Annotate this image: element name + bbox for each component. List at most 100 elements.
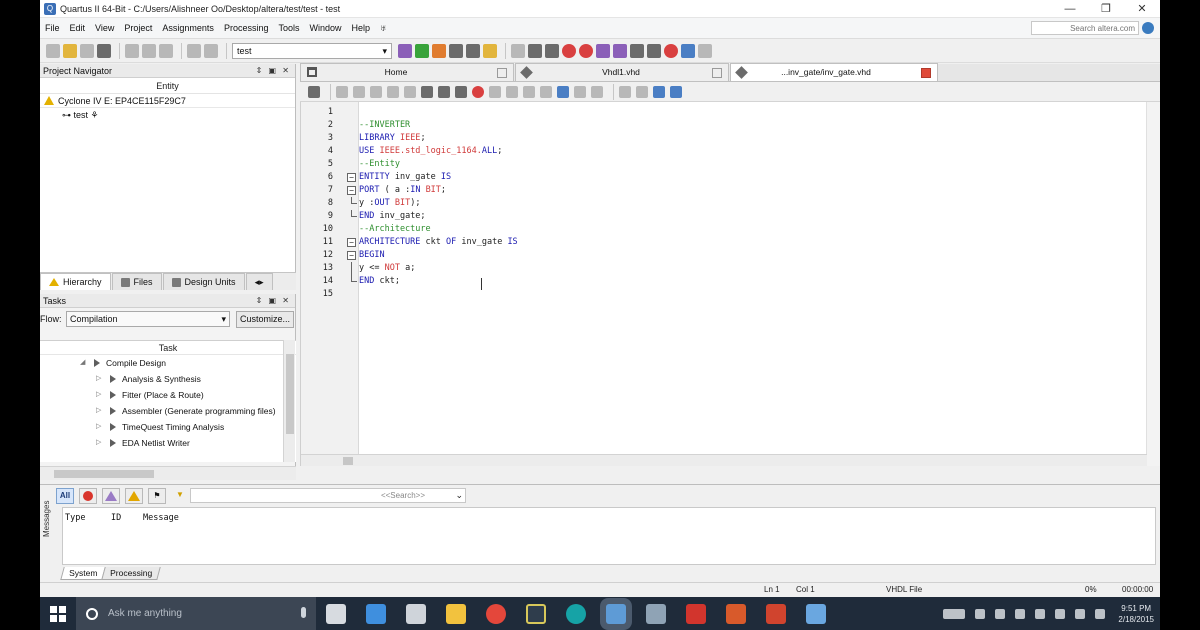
insert-template-icon[interactable] xyxy=(489,85,501,98)
scrollbar-thumb[interactable] xyxy=(343,457,353,465)
bookmark-icon[interactable] xyxy=(421,85,433,98)
save-all-icon[interactable] xyxy=(97,43,111,58)
filter-funnel-icon[interactable]: ▼ xyxy=(171,488,189,504)
globe-icon[interactable] xyxy=(1142,22,1154,34)
code-line[interactable]: 5 --Entity xyxy=(301,158,1141,171)
next-bookmark-icon[interactable] xyxy=(438,85,450,98)
netlist-icon[interactable] xyxy=(613,43,627,58)
close-button[interactable]: ✕ xyxy=(1124,0,1160,18)
fold-toggle-icon[interactable]: − xyxy=(347,186,356,195)
code-line[interactable]: 14 END ckt; xyxy=(301,275,1141,288)
wrap-icon[interactable] xyxy=(574,85,586,98)
split-view-icon[interactable] xyxy=(653,85,665,98)
programmer-app-icon[interactable] xyxy=(806,603,826,624)
code-line[interactable]: 3 LIBRARY IEEE; xyxy=(301,132,1141,145)
filter-info-button[interactable]: ⚑ xyxy=(148,488,166,504)
code-line[interactable]: 12 − BEGIN xyxy=(301,249,1141,262)
unindent-icon[interactable] xyxy=(404,85,416,98)
copy-icon[interactable] xyxy=(142,43,156,58)
fold-toggle-icon[interactable]: − xyxy=(347,251,356,260)
microphone-icon[interactable] xyxy=(301,607,306,618)
analysis-icon[interactable] xyxy=(483,43,497,58)
device-row[interactable]: Cyclone IV E: EP4CE115F29C7 xyxy=(40,94,295,108)
close-tab-icon[interactable] xyxy=(712,68,722,78)
scrollbar-thumb[interactable] xyxy=(286,354,294,434)
file-explorer-icon[interactable] xyxy=(446,603,466,624)
toggle-icon[interactable] xyxy=(308,85,320,98)
block-icon[interactable] xyxy=(557,85,569,98)
quartus-taskbar-icon[interactable] xyxy=(606,603,626,624)
stop-icon[interactable] xyxy=(511,43,525,58)
flow-select[interactable]: Compilation ▾ xyxy=(66,311,230,327)
edge-browser-icon[interactable] xyxy=(366,603,386,624)
menu-window[interactable]: Window xyxy=(304,18,346,38)
chevron-down-icon[interactable]: ⌄ xyxy=(455,489,463,502)
code-line[interactable]: 9 END inv_gate; xyxy=(301,210,1141,223)
tasks-horizontal-scrollbar[interactable] xyxy=(40,466,296,480)
collapse-icon[interactable]: ▷ xyxy=(96,387,102,403)
timing-analyzer-icon[interactable] xyxy=(562,43,576,58)
code-line[interactable]: 1 xyxy=(301,106,1141,119)
rtl-viewer-icon[interactable] xyxy=(579,43,593,58)
start-button[interactable] xyxy=(40,597,76,630)
filter-all-button[interactable]: All xyxy=(56,488,74,504)
code-line[interactable]: 7 − PORT ( a :IN BIT; xyxy=(301,184,1141,197)
restore-button[interactable]: ❐ xyxy=(1088,0,1124,18)
code-line[interactable]: 15 xyxy=(301,288,1141,301)
find-icon[interactable] xyxy=(336,85,348,98)
code-editor[interactable]: 1 2 --INVERTER 3 LIBRARY IEEE; 4 USE IEEE.std_… xyxy=(300,102,1160,466)
start-analysis-icon[interactable] xyxy=(545,43,559,58)
editor-horizontal-scrollbar[interactable] xyxy=(301,454,1147,466)
open-folder-icon[interactable] xyxy=(63,43,77,58)
code-area[interactable]: 1 2 --INVERTER 3 LIBRARY IEEE; 4 USE IEEE.std_… xyxy=(301,106,1141,301)
task-eda-netlist[interactable]: ▷ EDA Netlist Writer xyxy=(40,435,296,451)
tab-scroll-arrows[interactable]: ◂▸ xyxy=(245,273,273,290)
panel-controls[interactable]: ⇕ ▣ ✕ xyxy=(256,294,291,308)
filter-warning-button[interactable] xyxy=(125,488,143,504)
project-select[interactable]: test ▾ xyxy=(232,42,392,59)
menu-assignments[interactable]: Assignments xyxy=(157,18,219,38)
menu-project[interactable]: Project xyxy=(119,18,157,38)
assignment-editor-icon[interactable] xyxy=(415,43,429,58)
code-line[interactable]: 11 − ARCHITECTURE ckt OF inv_gate IS xyxy=(301,236,1141,249)
menu-tools[interactable]: Tools xyxy=(273,18,304,38)
device-icon[interactable] xyxy=(466,43,480,58)
messages-search[interactable]: <<Search>> ⌄ xyxy=(190,488,466,503)
office-icon[interactable] xyxy=(766,603,786,624)
task-analysis-synthesis[interactable]: ▷ Analysis & Synthesis xyxy=(40,371,296,387)
code-line[interactable]: 8 y :OUT BIT); xyxy=(301,197,1141,210)
fold-toggle-icon[interactable]: − xyxy=(347,173,356,182)
close-tab-icon[interactable] xyxy=(497,68,507,78)
tab-hierarchy[interactable]: Hierarchy xyxy=(40,273,111,290)
bluetooth-icon[interactable] xyxy=(995,608,1006,619)
start-compilation-icon[interactable] xyxy=(528,43,542,58)
usb-icon[interactable] xyxy=(1015,608,1026,619)
goto-line-icon[interactable] xyxy=(370,85,382,98)
megawizard-icon[interactable] xyxy=(681,43,695,58)
magic-wand-icon[interactable] xyxy=(432,43,446,58)
task-fitter[interactable]: ▷ Fitter (Place & Route) xyxy=(40,387,296,403)
code-line[interactable]: 2 --INVERTER xyxy=(301,119,1141,132)
code-line[interactable]: 10 --Architecture xyxy=(301,223,1141,236)
store-icon[interactable] xyxy=(406,603,426,624)
altera-search-input[interactable] xyxy=(1031,21,1139,35)
collapse-icon[interactable]: ▷ xyxy=(96,403,102,419)
ic-app-icon[interactable] xyxy=(686,603,706,624)
prev-bookmark-icon[interactable] xyxy=(455,85,467,98)
uncomment-icon[interactable] xyxy=(523,85,535,98)
notifications-icon[interactable] xyxy=(1095,608,1106,619)
undo-icon[interactable] xyxy=(187,43,201,58)
redo-icon[interactable] xyxy=(204,43,218,58)
battery-icon[interactable] xyxy=(1055,608,1066,619)
filter-error-button[interactable] xyxy=(79,488,97,504)
task-compile-design[interactable]: ◢ Compile Design xyxy=(40,355,296,371)
settings-chip-icon[interactable] xyxy=(449,43,463,58)
new-file-icon[interactable] xyxy=(46,43,60,58)
task-assembler[interactable]: ▷ Assembler (Generate programming files) xyxy=(40,403,296,419)
panel-controls[interactable]: ⇕ ▣ ✕ xyxy=(256,64,291,78)
fold-toggle-icon[interactable]: − xyxy=(347,238,356,247)
tab-inv-gate[interactable]: ...inv_gate/inv_gate.vhd xyxy=(730,63,938,81)
window-layout-icon[interactable] xyxy=(636,85,648,98)
cortana-search[interactable]: Ask me anything xyxy=(76,597,316,630)
tab-vhdl1[interactable]: Vhdl1.vhd xyxy=(515,63,729,81)
